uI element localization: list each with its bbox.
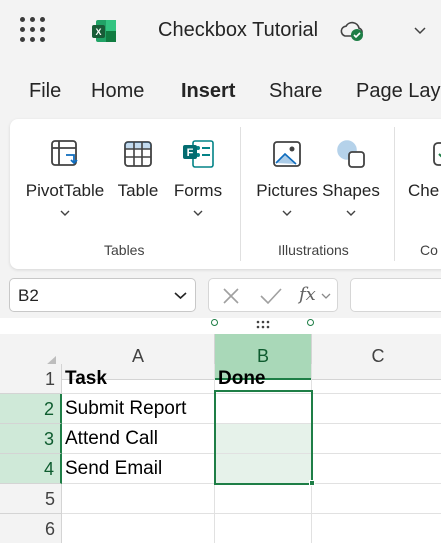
cloud-saved-icon[interactable] xyxy=(338,20,366,42)
row-header-6[interactable]: 6 xyxy=(0,514,62,543)
column-resize-handle[interactable] xyxy=(307,319,314,326)
chevron-down-icon[interactable] xyxy=(321,293,331,300)
cell-c1[interactable] xyxy=(312,364,441,394)
cell-a5[interactable] xyxy=(62,484,215,514)
column-resize-handle[interactable] xyxy=(211,319,218,326)
cell-a2[interactable]: Submit Report xyxy=(62,394,215,424)
tab-home[interactable]: Home xyxy=(91,80,144,103)
cell-c5[interactable] xyxy=(312,484,441,514)
chevron-down-icon[interactable] xyxy=(414,26,426,36)
fill-handle[interactable] xyxy=(309,480,315,486)
svg-text:X: X xyxy=(95,27,101,37)
group-label-controls: Co xyxy=(420,242,438,258)
cell-b1[interactable]: Done xyxy=(215,364,312,394)
excel-logo-icon: X xyxy=(92,20,116,42)
cell-a1[interactable]: Task xyxy=(62,364,215,394)
formula-input[interactable] xyxy=(350,278,441,312)
cancel-icon[interactable] xyxy=(221,286,241,306)
shapes-icon xyxy=(337,140,365,168)
pictures-button[interactable]: Pictures xyxy=(254,137,320,217)
cell-b3[interactable] xyxy=(215,424,312,454)
cell-c4[interactable] xyxy=(312,454,441,484)
cell-c2[interactable] xyxy=(312,394,441,424)
app-launcher-icon[interactable] xyxy=(20,17,46,43)
formula-controls: fx xyxy=(208,278,338,312)
cell-a6[interactable] xyxy=(62,514,215,543)
shapes-button[interactable]: Shapes xyxy=(320,137,382,217)
tab-insert[interactable]: Insert xyxy=(181,80,235,103)
pictures-icon xyxy=(273,141,301,167)
name-box[interactable]: B2 xyxy=(9,278,196,312)
pictures-label: Pictures xyxy=(256,181,318,200)
chevron-down-icon xyxy=(346,210,356,216)
row-header-4[interactable]: 4 xyxy=(0,454,62,484)
chevron-down-icon xyxy=(60,210,70,216)
ribbon-panel: PivotTable Table F Forms Pictures Shapes… xyxy=(10,119,441,269)
row-header-1[interactable]: 1 xyxy=(0,364,62,394)
chevron-down-icon xyxy=(282,210,292,216)
row-header-3[interactable]: 3 xyxy=(0,424,62,454)
ribbon-tabs: File Home Insert Share Page Layo xyxy=(0,70,441,112)
tab-share[interactable]: Share xyxy=(269,80,322,103)
shapes-label: Shapes xyxy=(322,181,380,200)
document-title[interactable]: Checkbox Tutorial xyxy=(158,19,318,42)
group-label-illustrations: Illustrations xyxy=(278,242,349,258)
pivottable-label: PivotTable xyxy=(25,181,105,200)
tab-file[interactable]: File xyxy=(29,80,61,103)
cell-c6[interactable] xyxy=(312,514,441,543)
title-bar: X Checkbox Tutorial xyxy=(0,0,441,62)
ribbon-separator xyxy=(240,127,241,261)
chevron-down-icon xyxy=(193,210,203,216)
cell-b5[interactable] xyxy=(215,484,312,514)
pivottable-button[interactable]: PivotTable xyxy=(24,137,106,217)
cell-a3[interactable]: Attend Call xyxy=(62,424,215,454)
enter-check-icon[interactable] xyxy=(259,286,283,306)
chevron-down-icon[interactable] xyxy=(174,291,187,300)
group-label-tables: Tables xyxy=(104,242,145,258)
insert-function-icon[interactable]: fx xyxy=(299,284,316,305)
cell-b4[interactable] xyxy=(215,454,312,484)
cell-c3[interactable] xyxy=(312,424,441,454)
checkbox-icon xyxy=(433,142,441,166)
checkbox-button[interactable]: Che xyxy=(408,137,441,201)
row-header-5[interactable]: 5 xyxy=(0,484,62,514)
table-button[interactable]: Table xyxy=(114,137,162,201)
name-box-value: B2 xyxy=(18,286,39,305)
forms-button[interactable]: F Forms xyxy=(170,137,226,217)
forms-label: Forms xyxy=(173,181,223,200)
pivot-table-icon xyxy=(51,140,78,166)
table-label: Table xyxy=(117,181,159,200)
tab-page-layout[interactable]: Page Layo xyxy=(356,80,441,103)
cell-b2[interactable] xyxy=(215,394,312,424)
spreadsheet-grid: A B C 1 2 3 4 5 6 Task Done Submit Repor… xyxy=(0,318,441,543)
cell-b6[interactable] xyxy=(215,514,312,543)
drag-handle-icon[interactable] xyxy=(256,320,270,330)
forms-icon: F xyxy=(183,140,214,168)
ribbon-separator xyxy=(394,127,395,261)
checkbox-label: Che xyxy=(408,181,440,200)
row-header-2[interactable]: 2 xyxy=(0,394,62,424)
svg-text:F: F xyxy=(187,147,194,159)
cell-a4[interactable]: Send Email xyxy=(62,454,215,484)
table-icon xyxy=(124,141,152,167)
